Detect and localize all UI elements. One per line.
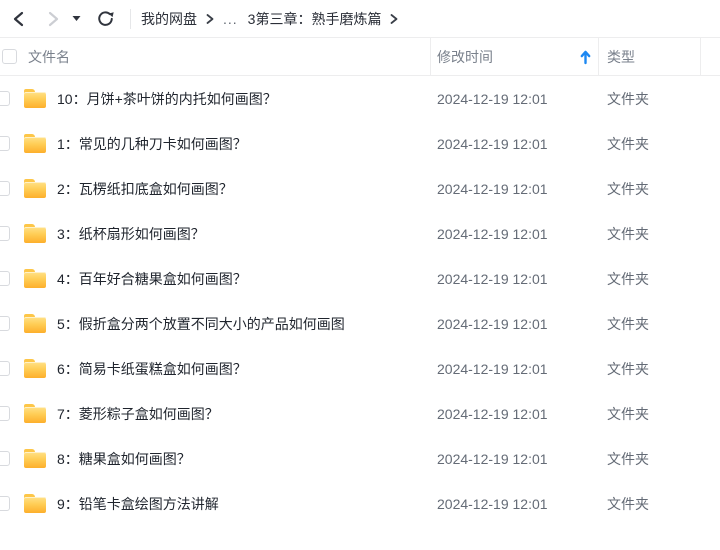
folder-icon bbox=[24, 449, 46, 468]
table-row[interactable]: 8：糖果盒如何画图？ 2024-12-19 12:01 文件夹 bbox=[0, 436, 720, 481]
row-checkbox[interactable] bbox=[0, 271, 10, 286]
table-row[interactable]: 6：简易卡纸蛋糕盒如何画图？ 2024-12-19 12:01 文件夹 bbox=[0, 346, 720, 391]
toolbar-divider bbox=[130, 8, 131, 29]
file-name[interactable]: 1：常见的几种刀卡如何画图？ bbox=[57, 134, 247, 154]
folder-icon bbox=[24, 179, 46, 198]
modified-time: 2024-12-19 12:01 bbox=[437, 315, 548, 332]
back-button[interactable] bbox=[6, 6, 32, 32]
table-row[interactable]: 5：假折盒分两个放置不同大小的产品如何画图 2024-12-19 12:01 文… bbox=[0, 301, 720, 346]
table-row[interactable]: 9：铅笔卡盒绘图方法讲解 2024-12-19 12:01 文件夹 bbox=[0, 481, 720, 526]
modified-time: 2024-12-19 12:01 bbox=[437, 90, 548, 107]
column-divider bbox=[598, 38, 599, 75]
table-row[interactable]: 2：瓦楞纸扣底盒如何画图？ 2024-12-19 12:01 文件夹 bbox=[0, 166, 720, 211]
table-row[interactable]: 4：百年好合糖果盒如何画图？ 2024-12-19 12:01 文件夹 bbox=[0, 256, 720, 301]
table-row[interactable]: 7：菱形粽子盒如何画图？ 2024-12-19 12:01 文件夹 bbox=[0, 391, 720, 436]
breadcrumb-item-root[interactable]: 我的网盘 bbox=[141, 9, 197, 29]
folder-icon bbox=[24, 89, 46, 108]
row-checkbox[interactable] bbox=[0, 181, 10, 196]
breadcrumb: 我的网盘 ... 3第三章：熟手磨炼篇 bbox=[141, 9, 407, 29]
file-type: 文件夹 bbox=[607, 90, 649, 107]
file-name[interactable]: 10：月饼+茶叶饼的内托如何画图？ bbox=[57, 89, 277, 109]
file-list-header: 文件名 修改时间 类型 bbox=[0, 38, 720, 76]
row-checkbox[interactable] bbox=[0, 136, 10, 151]
chevron-left-icon bbox=[11, 10, 27, 28]
file-type: 文件夹 bbox=[607, 225, 649, 242]
modified-time: 2024-12-19 12:01 bbox=[437, 405, 548, 422]
folder-icon bbox=[24, 134, 46, 153]
table-row[interactable]: 1：常见的几种刀卡如何画图？ 2024-12-19 12:01 文件夹 bbox=[0, 121, 720, 166]
file-type: 文件夹 bbox=[607, 495, 649, 512]
file-type: 文件夹 bbox=[607, 360, 649, 377]
column-header-filename[interactable]: 文件名 bbox=[28, 47, 70, 67]
column-header-modified[interactable]: 修改时间 bbox=[437, 47, 493, 67]
file-name[interactable]: 7：菱形粽子盒如何画图？ bbox=[57, 404, 219, 424]
folder-icon bbox=[24, 314, 46, 333]
file-name[interactable]: 4：百年好合糖果盒如何画图？ bbox=[57, 269, 247, 289]
history-dropdown-button[interactable] bbox=[68, 6, 84, 32]
modified-time: 2024-12-19 12:01 bbox=[437, 495, 548, 512]
select-all-checkbox[interactable] bbox=[2, 49, 17, 64]
file-name[interactable]: 5：假折盒分两个放置不同大小的产品如何画图 bbox=[57, 314, 345, 334]
caret-down-icon bbox=[72, 15, 81, 22]
folder-icon bbox=[24, 269, 46, 288]
table-row[interactable]: 3：纸杯扇形如何画图？ 2024-12-19 12:01 文件夹 bbox=[0, 211, 720, 256]
file-type: 文件夹 bbox=[607, 270, 649, 287]
file-type: 文件夹 bbox=[607, 315, 649, 332]
folder-icon bbox=[24, 404, 46, 423]
refresh-icon bbox=[96, 9, 115, 28]
row-checkbox[interactable] bbox=[0, 496, 10, 511]
sort-ascending-icon[interactable] bbox=[580, 49, 591, 64]
file-name[interactable]: 9：铅笔卡盒绘图方法讲解 bbox=[57, 494, 219, 514]
file-list: 10：月饼+茶叶饼的内托如何画图？ 2024-12-19 12:01 文件夹 1… bbox=[0, 76, 720, 526]
breadcrumb-separator-icon bbox=[390, 13, 398, 24]
table-row[interactable]: 10：月饼+茶叶饼的内托如何画图？ 2024-12-19 12:01 文件夹 bbox=[0, 76, 720, 121]
file-name[interactable]: 2：瓦楞纸扣底盒如何画图？ bbox=[57, 179, 233, 199]
file-name[interactable]: 8：糖果盒如何画图？ bbox=[57, 449, 191, 469]
file-type: 文件夹 bbox=[607, 405, 649, 422]
column-header-type[interactable]: 类型 bbox=[607, 47, 635, 67]
folder-icon bbox=[24, 224, 46, 243]
navigation-bar: 我的网盘 ... 3第三章：熟手磨炼篇 bbox=[0, 0, 720, 38]
row-checkbox[interactable] bbox=[0, 316, 10, 331]
breadcrumb-ellipsis[interactable]: ... bbox=[223, 11, 238, 27]
row-checkbox[interactable] bbox=[0, 406, 10, 421]
modified-time: 2024-12-19 12:01 bbox=[437, 360, 548, 377]
modified-time: 2024-12-19 12:01 bbox=[437, 225, 548, 242]
folder-icon bbox=[24, 359, 46, 378]
row-checkbox[interactable] bbox=[0, 91, 10, 106]
row-checkbox[interactable] bbox=[0, 451, 10, 466]
folder-icon bbox=[24, 494, 46, 513]
row-checkbox[interactable] bbox=[0, 361, 10, 376]
modified-time: 2024-12-19 12:01 bbox=[437, 450, 548, 467]
file-name[interactable]: 3：纸杯扇形如何画图？ bbox=[57, 224, 205, 244]
modified-time: 2024-12-19 12:01 bbox=[437, 270, 548, 287]
chevron-right-icon bbox=[45, 10, 61, 28]
column-divider bbox=[700, 38, 701, 75]
breadcrumb-item-current[interactable]: 3第三章：熟手磨炼篇 bbox=[248, 9, 382, 29]
file-type: 文件夹 bbox=[607, 180, 649, 197]
modified-time: 2024-12-19 12:01 bbox=[437, 180, 548, 197]
refresh-button[interactable] bbox=[92, 6, 118, 32]
modified-time: 2024-12-19 12:01 bbox=[437, 135, 548, 152]
forward-button[interactable] bbox=[40, 6, 66, 32]
file-type: 文件夹 bbox=[607, 135, 649, 152]
column-divider bbox=[430, 38, 431, 75]
file-name[interactable]: 6：简易卡纸蛋糕盒如何画图？ bbox=[57, 359, 247, 379]
row-checkbox[interactable] bbox=[0, 226, 10, 241]
breadcrumb-separator-icon bbox=[206, 13, 214, 24]
file-type: 文件夹 bbox=[607, 450, 649, 467]
